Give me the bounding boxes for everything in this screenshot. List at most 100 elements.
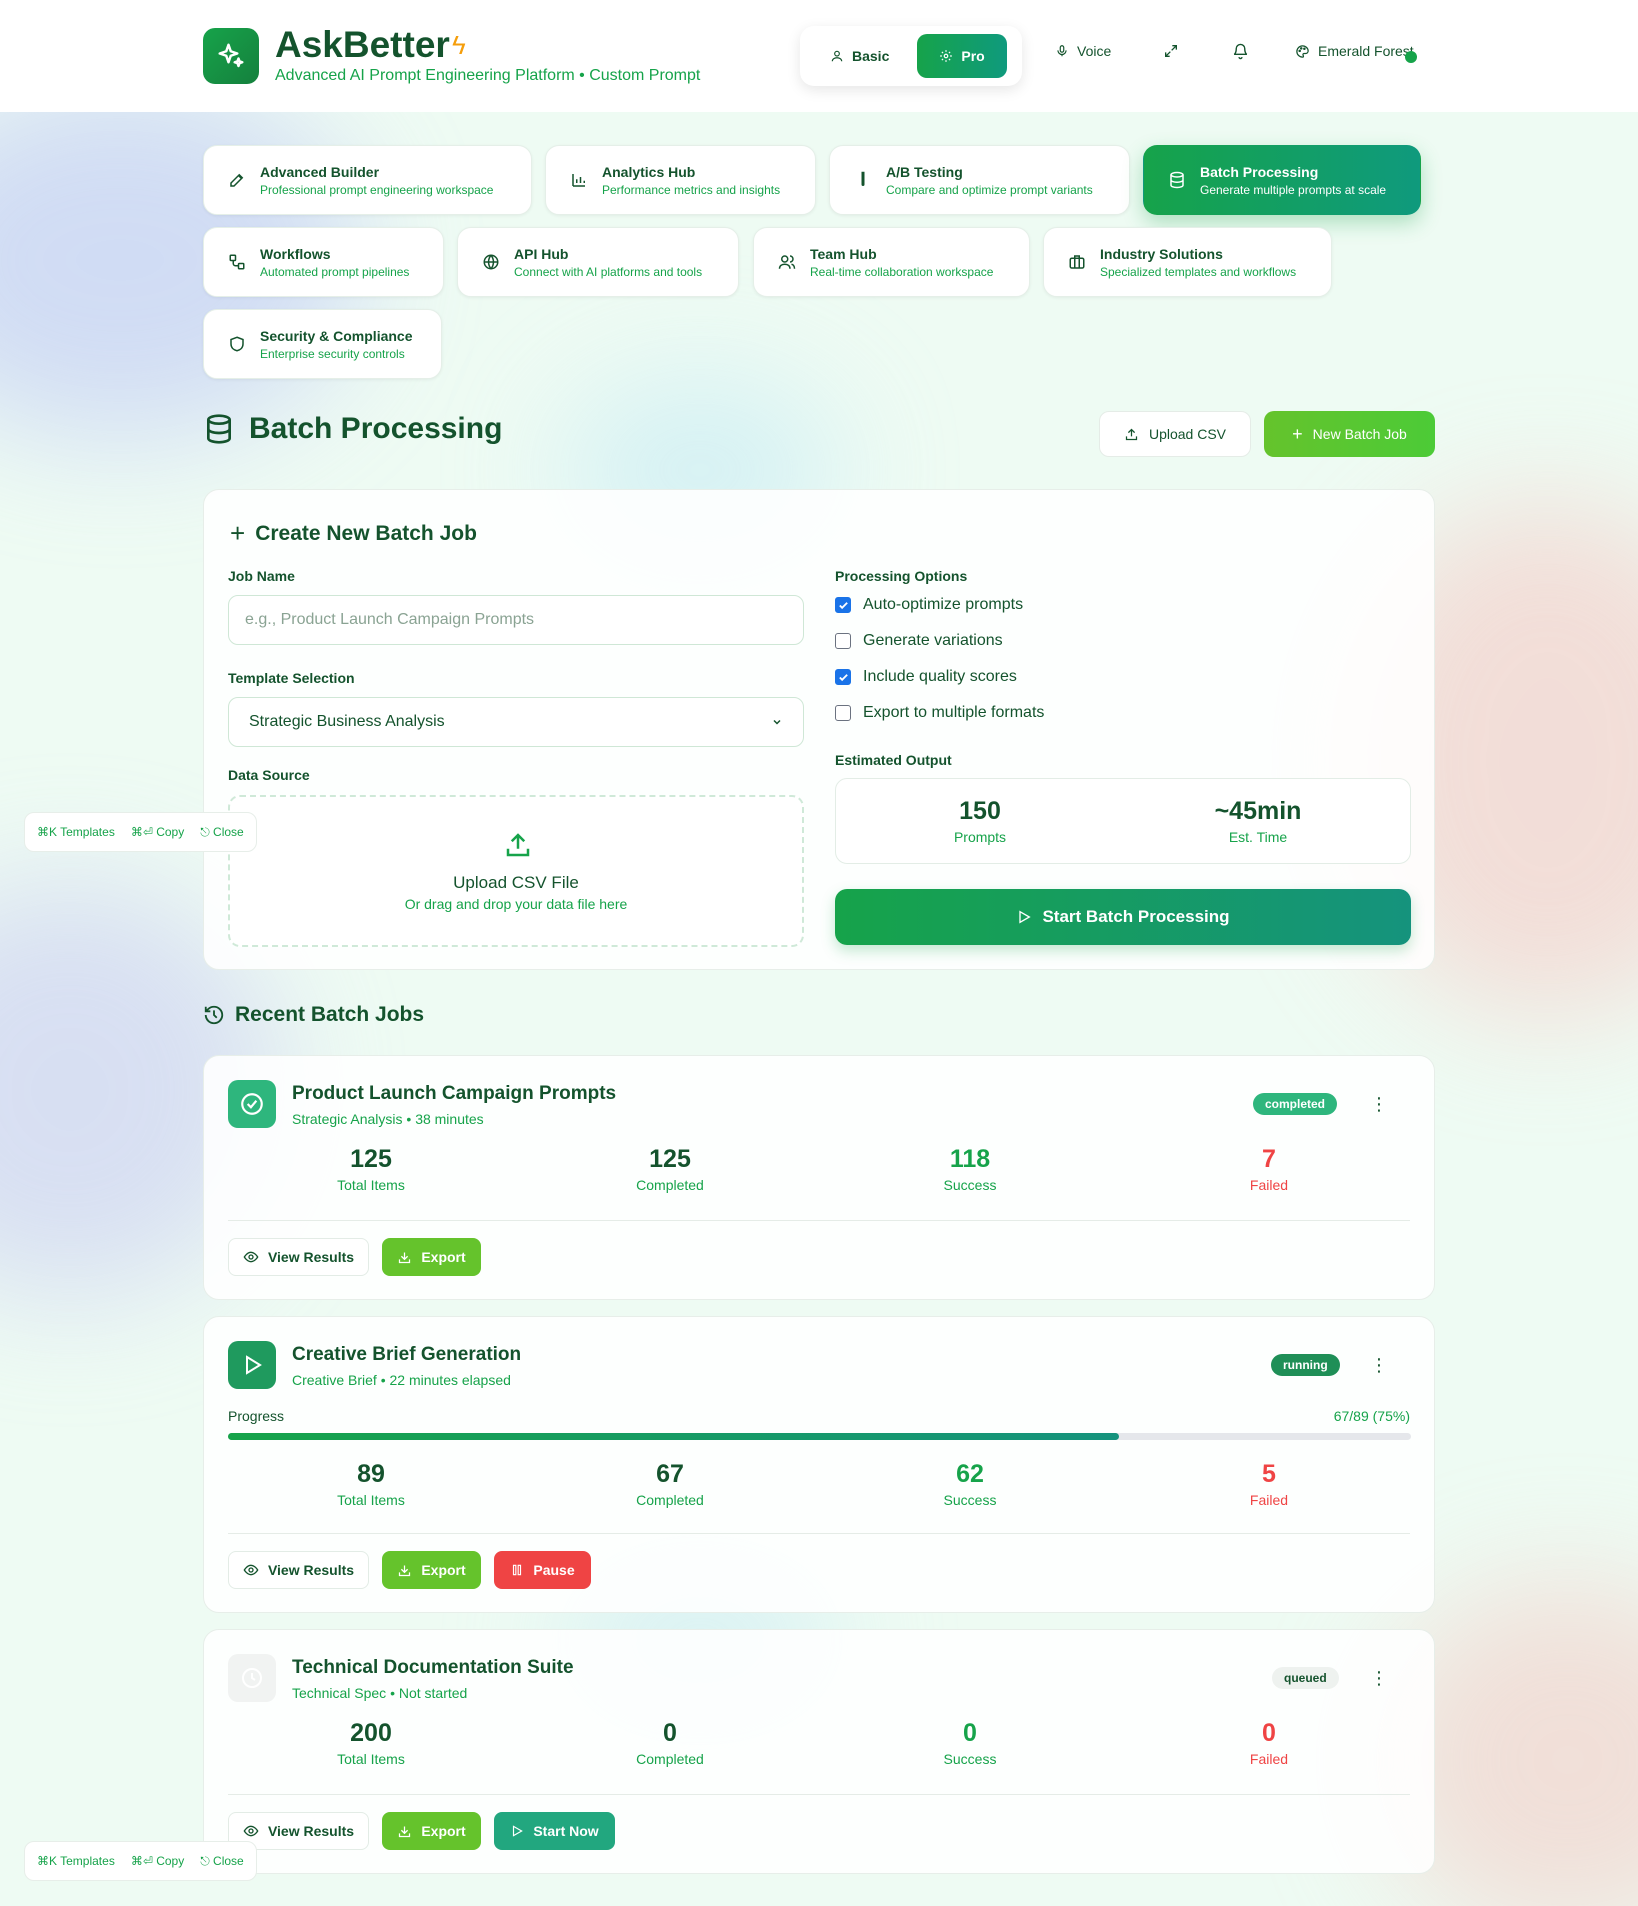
nav-security-compliance[interactable]: Security & Compliance Enterprise security…	[203, 309, 442, 379]
option-generate-variations[interactable]: Generate variations	[835, 632, 1003, 650]
create-batch-panel: + Create New Batch Job Job Name e.g., Pr…	[203, 489, 1435, 970]
voice-button[interactable]: Voice	[1055, 43, 1111, 59]
option-auto-optimize[interactable]: Auto-optimize prompts	[835, 596, 1023, 614]
upload-csv-button[interactable]: Upload CSV	[1099, 411, 1251, 457]
mode-basic-button[interactable]: Basic	[808, 34, 911, 78]
eye-icon	[243, 1564, 259, 1576]
nav-industry-solutions[interactable]: Industry Solutions Specialized templates …	[1043, 227, 1332, 297]
data-source-label: Data Source	[228, 767, 310, 783]
shortcut-copy[interactable]: ⌘⏎ Copy	[131, 1854, 184, 1868]
export-button[interactable]: Export	[382, 1551, 481, 1589]
start-now-button[interactable]: Start Now	[494, 1812, 615, 1850]
template-selected-value: Strategic Business Analysis	[249, 713, 445, 730]
template-label: Template Selection	[228, 670, 355, 686]
upload-csv-label: Upload CSV	[1148, 426, 1227, 442]
stat-completed-value: 67	[656, 1460, 684, 1488]
export-label: Export	[421, 1562, 466, 1578]
pause-button[interactable]: Pause	[494, 1551, 591, 1589]
divider	[228, 1533, 1410, 1534]
checkbox-unchecked[interactable]	[835, 633, 851, 649]
stat-success-label: Success	[943, 1177, 997, 1193]
stat-total-label: Total Items	[337, 1177, 405, 1193]
play-icon	[513, 1825, 524, 1837]
nav-api-hub[interactable]: API Hub Connect with AI platforms and too…	[457, 227, 739, 297]
option-quality-scores[interactable]: Include quality scores	[835, 668, 1017, 686]
status-badge: completed	[1253, 1093, 1338, 1115]
est-prompts-value: 150	[959, 797, 1001, 825]
nav-ab-testing[interactable]: A/B Testing Compare and optimize prompt v…	[829, 145, 1130, 215]
shortcut-templates[interactable]: ⌘K Templates	[37, 1854, 115, 1868]
shortcut-bar: ⌘K Templates ⌘⏎ Copy ⎋ Close	[24, 1841, 257, 1881]
sparkles-icon	[218, 43, 244, 68]
nav-advanced-builder[interactable]: Advanced Builder Professional prompt engi…	[203, 145, 532, 215]
gear-icon	[940, 50, 953, 62]
play-icon	[1019, 910, 1032, 924]
palette-icon	[1296, 44, 1309, 58]
mode-pro-button[interactable]: Pro	[917, 34, 1007, 78]
nav-team-hub[interactable]: Team Hub Real-time collaboration workspac…	[753, 227, 1030, 297]
new-batch-job-button[interactable]: + New Batch Job	[1264, 411, 1435, 457]
stat-total-value: 89	[357, 1460, 385, 1488]
meta-separator: •	[390, 1685, 395, 1701]
shortcut-close[interactable]: ⎋ Close	[200, 825, 244, 840]
nav-workflows[interactable]: Workflows Automated prompt pipelines	[203, 227, 444, 297]
page-title: Batch Processing	[203, 412, 502, 446]
logo[interactable]	[203, 28, 259, 84]
checkbox-checked[interactable]	[835, 669, 851, 685]
nav-desc: Performance metrics and insights	[602, 182, 781, 197]
more-options-icon[interactable]: ⋮	[1364, 1663, 1394, 1693]
nav-desc: Compare and optimize prompt variants	[886, 182, 1093, 197]
notifications-button[interactable]	[1232, 43, 1249, 60]
nav-analytics-hub[interactable]: Analytics Hub Performance metrics and ins…	[545, 145, 816, 215]
theme-selector[interactable]: Emerald Forest	[1295, 43, 1414, 59]
check-icon	[838, 601, 848, 609]
nav-desc: Automated prompt pipelines	[260, 264, 410, 279]
nav-desc: Connect with AI platforms and tools	[514, 264, 703, 279]
upload-icon	[506, 833, 530, 857]
workflow-icon	[229, 254, 245, 270]
view-results-button[interactable]: View Results	[228, 1551, 369, 1589]
plus-icon: +	[230, 518, 246, 548]
export-button[interactable]: Export	[382, 1238, 481, 1276]
csv-dropzone[interactable]: Upload CSV File Or drag and drop your da…	[228, 795, 804, 947]
bolt-icon: ϟ	[452, 30, 466, 60]
est-time-value: ~45min	[1214, 797, 1302, 825]
nav-desc: Professional prompt engineering workspac…	[260, 182, 494, 197]
nav-title: Advanced Builder	[260, 163, 380, 180]
job-name-label: Job Name	[228, 568, 295, 584]
checkbox-unchecked[interactable]	[835, 705, 851, 721]
upload-hint: Or drag and drop your data file here	[404, 896, 628, 912]
chevron-down-icon	[773, 719, 781, 725]
more-options-icon[interactable]: ⋮	[1364, 1350, 1394, 1380]
recent-jobs-title: Recent Batch Jobs	[203, 1003, 424, 1027]
option-export-formats[interactable]: Export to multiple formats	[835, 704, 1044, 722]
meta-separator: •	[406, 1111, 412, 1127]
checkbox-checked[interactable]	[835, 597, 851, 613]
shortcut-copy[interactable]: ⌘⏎ Copy	[131, 825, 184, 839]
shortcut-close[interactable]: ⎋ Close	[200, 1854, 244, 1869]
view-results-button[interactable]: View Results	[228, 1238, 369, 1276]
stat-total-label: Total Items	[337, 1751, 405, 1767]
job-status-icon	[228, 1341, 276, 1389]
start-batch-label: Start Batch Processing	[1042, 907, 1230, 926]
nav-title: Team Hub	[810, 245, 877, 262]
nav-title: Security & Compliance	[260, 327, 413, 344]
export-button[interactable]: Export	[382, 1812, 481, 1850]
expand-icon	[1165, 45, 1177, 57]
nav-desc: Real-time collaboration workspace	[810, 264, 994, 279]
status-badge: running	[1271, 1354, 1340, 1376]
fullscreen-button[interactable]	[1163, 43, 1179, 59]
option-label: Export to multiple formats	[863, 704, 1045, 721]
job-name: Product Launch Campaign Prompts	[292, 1083, 617, 1104]
job-name-input[interactable]: e.g., Product Launch Campaign Prompts	[228, 595, 804, 645]
more-options-icon[interactable]: ⋮	[1364, 1089, 1394, 1119]
check-icon	[838, 673, 848, 681]
start-batch-button[interactable]: Start Batch Processing	[835, 889, 1411, 945]
download-icon	[399, 1565, 411, 1576]
nav-title: Analytics Hub	[602, 163, 696, 180]
nav-batch-processing[interactable]: Batch Processing Generate multiple prompt…	[1143, 145, 1421, 215]
template-select[interactable]: Strategic Business Analysis	[228, 697, 804, 747]
shortcut-templates[interactable]: ⌘K Templates	[37, 825, 115, 839]
processing-options-label: Processing Options	[835, 568, 968, 584]
view-results-label: View Results	[267, 1249, 355, 1265]
